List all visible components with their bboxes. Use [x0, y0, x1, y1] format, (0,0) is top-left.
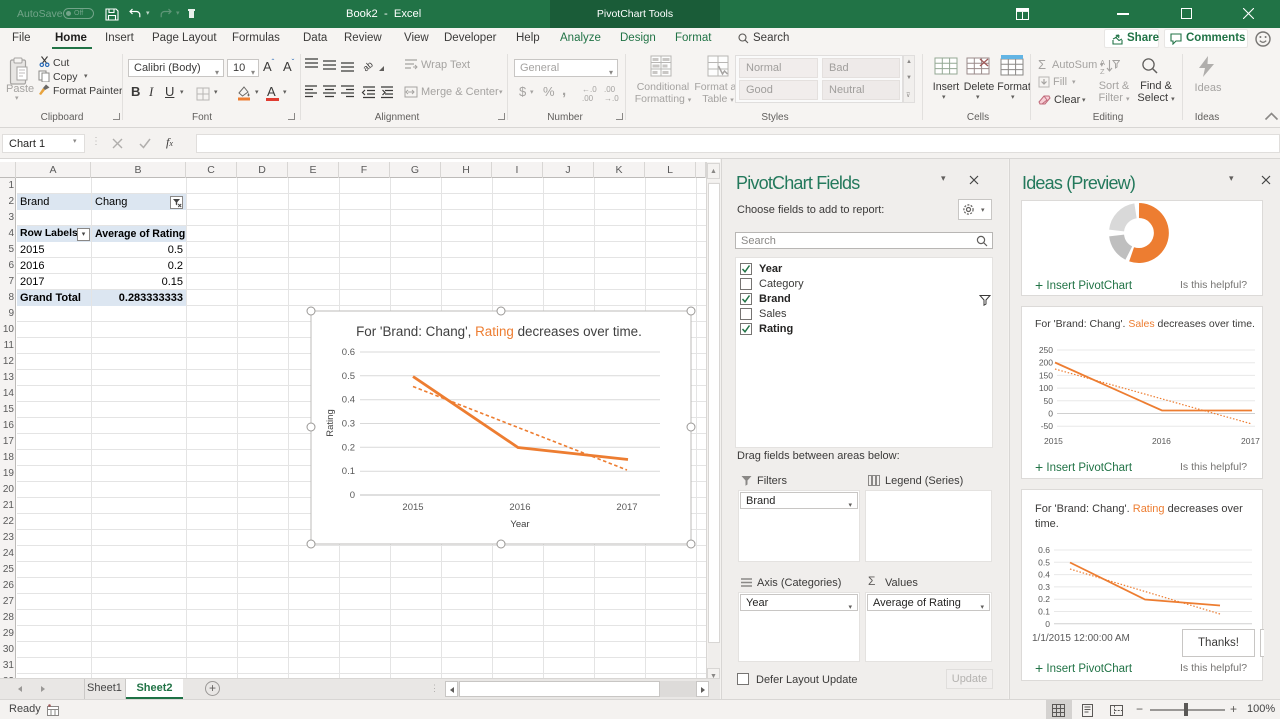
svg-text:0.1: 0.1	[342, 466, 355, 477]
svg-text:For 'Brand: Chang', Rating dec: For 'Brand: Chang', Rating decreases ove…	[356, 324, 642, 339]
svg-text:A: A	[1100, 58, 1105, 67]
svg-text:100: 100	[1039, 383, 1053, 393]
svg-text:150: 150	[1039, 370, 1053, 380]
svg-text:2016: 2016	[509, 502, 530, 513]
svg-text:0.6: 0.6	[342, 347, 355, 358]
svg-text:2015: 2015	[402, 502, 423, 513]
svg-text:0: 0	[1045, 619, 1050, 629]
svg-text:0.2: 0.2	[1038, 594, 1050, 604]
svg-text:Year: Year	[510, 519, 529, 530]
svg-text:0: 0	[1048, 409, 1053, 419]
svg-text:50: 50	[1044, 396, 1054, 406]
svg-text:Rating: Rating	[325, 409, 336, 436]
svg-text:2017: 2017	[616, 502, 637, 513]
svg-text:ab: ab	[361, 59, 375, 73]
svg-text:0: 0	[350, 490, 355, 501]
svg-text:-50: -50	[1041, 421, 1054, 431]
svg-text:0.3: 0.3	[342, 419, 355, 430]
svg-text:0.4: 0.4	[1038, 570, 1050, 580]
svg-text:250: 250	[1039, 345, 1053, 355]
svg-text:0.6: 0.6	[1038, 545, 1050, 555]
svg-text:200: 200	[1039, 358, 1053, 368]
svg-text:0.4: 0.4	[342, 395, 355, 406]
svg-text:0.5: 0.5	[342, 371, 355, 382]
svg-text:0.3: 0.3	[1038, 582, 1050, 592]
svg-text:0.2: 0.2	[342, 442, 355, 453]
svg-text:0.5: 0.5	[1038, 557, 1050, 567]
svg-text:0.1: 0.1	[1038, 607, 1050, 617]
svg-text:Z: Z	[1100, 67, 1105, 76]
